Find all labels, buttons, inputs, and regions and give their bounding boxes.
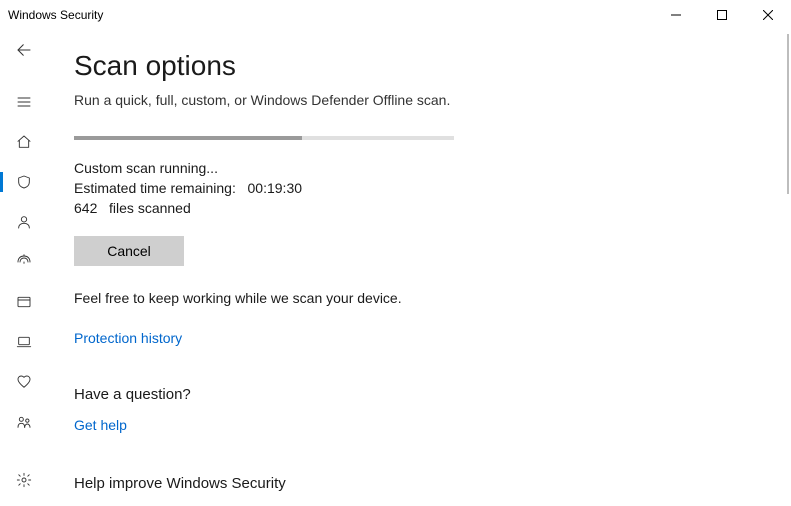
maximize-button[interactable]: [699, 0, 745, 30]
nav-account[interactable]: [0, 202, 48, 242]
nav-virus-threat[interactable]: [0, 162, 48, 202]
nav-home[interactable]: [0, 122, 48, 162]
menu-icon: [16, 94, 32, 110]
account-icon: [16, 214, 32, 230]
nav-list: [0, 82, 48, 442]
nav-device-security[interactable]: [0, 322, 48, 362]
nav-menu[interactable]: [0, 82, 48, 122]
firewall-icon: [16, 254, 32, 270]
protection-history-link[interactable]: Protection history: [74, 330, 182, 346]
nav-settings[interactable]: [0, 460, 48, 500]
back-button[interactable]: [0, 30, 48, 70]
nav-app-browser[interactable]: [0, 282, 48, 322]
window-controls: [653, 0, 791, 30]
nav-firewall[interactable]: [0, 242, 48, 282]
improve-heading: Help improve Windows Security: [74, 475, 779, 492]
question-heading: Have a question?: [74, 386, 779, 403]
scrollbar-thumb[interactable]: [787, 34, 789, 194]
page-subtitle: Run a quick, full, custom, or Windows De…: [74, 92, 779, 108]
heart-icon: [16, 374, 32, 390]
scan-files-label: files scanned: [109, 200, 191, 216]
close-button[interactable]: [745, 0, 791, 30]
scan-progress-bar: [74, 136, 454, 140]
get-help-link[interactable]: Get help: [74, 417, 127, 433]
shield-icon: [16, 174, 32, 190]
minimize-button[interactable]: [653, 0, 699, 30]
app-browser-icon: [16, 294, 32, 310]
scan-eta-label: Estimated time remaining:: [74, 180, 236, 196]
page-title: Scan options: [74, 50, 779, 82]
scan-eta: Estimated time remaining: 00:19:30: [74, 178, 779, 198]
window-title: Windows Security: [8, 8, 103, 22]
content-area: Scan options Run a quick, full, custom, …: [74, 50, 779, 506]
left-nav: [0, 30, 48, 506]
nav-device-health[interactable]: [0, 362, 48, 402]
scan-status: Custom scan running...: [74, 158, 779, 178]
scan-files-count: 642: [74, 200, 97, 216]
scan-eta-value: 00:19:30: [248, 180, 303, 196]
gear-icon: [16, 472, 32, 488]
scan-files: 642 files scanned: [74, 198, 779, 218]
scan-note: Feel free to keep working while we scan …: [74, 290, 779, 306]
device-icon: [16, 334, 32, 350]
home-icon: [16, 134, 32, 150]
nav-family[interactable]: [0, 402, 48, 442]
family-icon: [16, 414, 32, 430]
cancel-button[interactable]: Cancel: [74, 236, 184, 266]
back-arrow-icon: [15, 41, 33, 59]
